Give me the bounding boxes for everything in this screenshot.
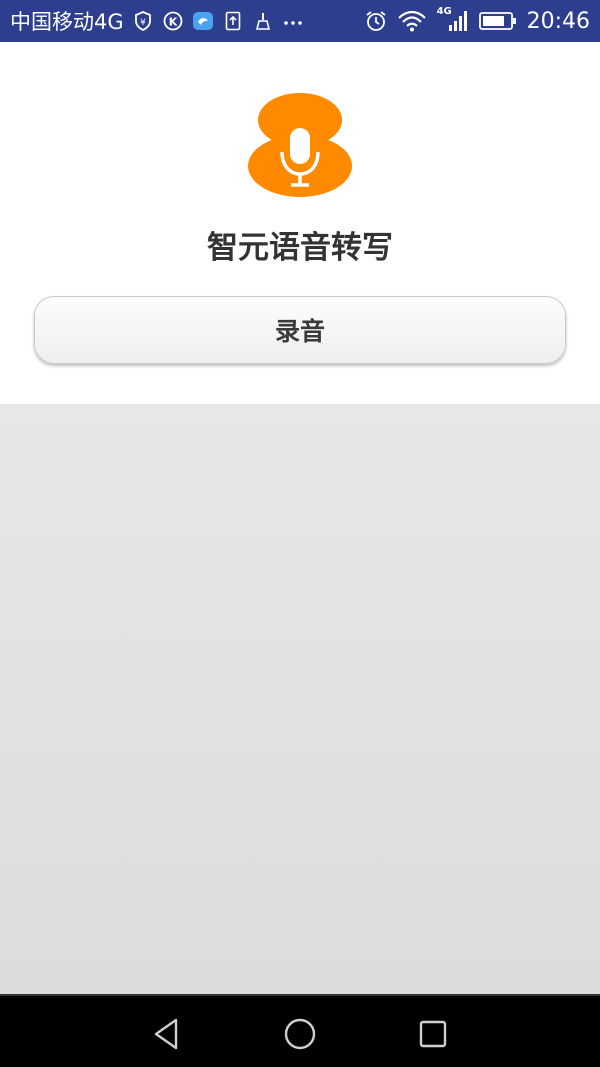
- status-right: 4G 20:46: [365, 6, 590, 34]
- recents-icon[interactable]: [413, 1014, 453, 1054]
- clock: 20:46: [526, 8, 590, 34]
- battery-icon: [478, 10, 517, 32]
- carrier-name: 中国移动4G: [10, 10, 124, 34]
- status-left: 中国移动4G ¥ K: [10, 6, 365, 36]
- home-icon[interactable]: [280, 1014, 320, 1054]
- network-type-label: 4G: [436, 6, 452, 17]
- wifi-icon: [397, 10, 427, 32]
- more-dots-icon: [282, 10, 304, 32]
- record-button[interactable]: 录音: [34, 296, 566, 364]
- header-area: 智元语音转写 录音: [0, 42, 600, 404]
- microphone-logo-icon: [246, 92, 354, 198]
- app-title: 智元语音转写: [207, 230, 393, 266]
- transcript-area: [0, 404, 600, 994]
- back-icon[interactable]: [146, 1014, 186, 1054]
- svg-text:¥: ¥: [140, 18, 146, 28]
- broom-icon: [252, 10, 274, 32]
- bird-app-icon: [192, 10, 214, 32]
- alarm-icon: [365, 10, 387, 32]
- signal-icon: 4G: [437, 6, 469, 32]
- shield-yen-icon: ¥: [132, 10, 154, 32]
- navigation-bar: [0, 994, 600, 1067]
- svg-text:K: K: [168, 16, 177, 29]
- status-bar: 中国移动4G ¥ K 4G 20:46: [0, 0, 600, 42]
- k-icon: K: [162, 10, 184, 32]
- upload-icon: [222, 10, 244, 32]
